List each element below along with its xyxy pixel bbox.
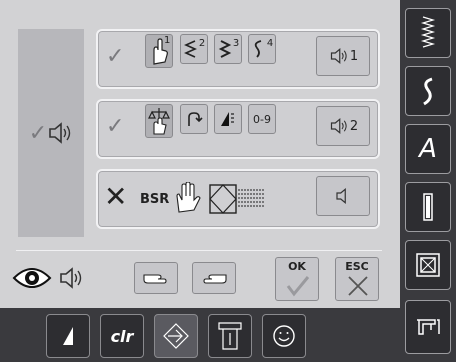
speaker-on-icon (60, 267, 82, 289)
stitch-number: 2 (198, 37, 206, 49)
needle-position-icon (63, 327, 73, 345)
numbers-label: 0-9 (253, 112, 271, 126)
hand-pointing-icon (203, 274, 227, 284)
mirror-icon (221, 112, 234, 126)
smiley-icon (273, 325, 295, 347)
function-option-numbers[interactable]: 0-9 (248, 104, 276, 134)
tie-off-button[interactable] (208, 314, 252, 358)
balance-icon (148, 108, 170, 135)
home-button[interactable] (154, 314, 198, 358)
function-option-balance[interactable] (145, 104, 173, 138)
decorative-stitches-button[interactable] (405, 66, 451, 116)
check-icon: ✓ (28, 120, 48, 146)
clear-button[interactable]: clr (100, 314, 144, 358)
pattern-begin-icon (188, 112, 203, 126)
esc-button[interactable]: ESC (335, 257, 379, 301)
function-option-pattern-end[interactable] (180, 104, 208, 134)
speaker-on-icon (330, 117, 347, 135)
alphabet-icon: A (419, 134, 437, 164)
bsr-hand-stitch-icon (176, 182, 264, 214)
hand-right-button[interactable] (192, 262, 236, 294)
stitch-option-3[interactable]: 3 (214, 34, 242, 64)
hand-left-button[interactable] (134, 262, 178, 294)
master-sound-toggle[interactable]: ✓ (18, 29, 84, 237)
buttonholes-button[interactable] (405, 182, 451, 232)
sound-1-button[interactable]: 1 (316, 36, 370, 76)
check-icon: ✓ (106, 44, 125, 69)
speaker-on-icon (49, 122, 71, 144)
speaker-on-icon (330, 47, 347, 65)
speaker-muted-icon (336, 187, 346, 205)
stitch-option-2[interactable]: 2 (180, 34, 208, 64)
arrow-diamond-icon (163, 323, 189, 349)
stitch-number: 1 (164, 35, 171, 46)
cross-icon: ✕ (104, 180, 128, 213)
stitch-option-4[interactable]: 4 (248, 34, 276, 64)
divider (16, 250, 382, 251)
ok-button[interactable]: OK (275, 257, 319, 301)
function-option-mirror[interactable] (214, 104, 242, 134)
utility-stitches-button[interactable] (405, 8, 451, 58)
sound-number: 2 (349, 118, 359, 134)
quilt-icon (416, 253, 440, 277)
decorative-stitch-icon (254, 40, 262, 58)
stitch-number: 4 (266, 37, 274, 49)
hand-pointing-icon (143, 274, 167, 284)
quilt-stitches-button[interactable] (405, 240, 451, 290)
alphabets-button[interactable]: A (405, 124, 451, 174)
presser-foot-icon (218, 322, 242, 350)
checkmark-icon (286, 276, 310, 297)
triple-zigzag-icon (218, 40, 232, 58)
bsr-label: BSR (140, 192, 170, 207)
esc-label: ESC (345, 260, 369, 273)
stitch-number: 3 (232, 37, 240, 49)
decorative-stitch-icon (423, 77, 433, 106)
sound-number: 1 (349, 48, 359, 64)
zigzag-stitch-icon (183, 40, 197, 58)
eye-icon (12, 268, 52, 288)
favorites-button[interactable] (262, 314, 306, 358)
cross-icon (348, 276, 368, 296)
sound-2-button[interactable]: 2 (316, 106, 370, 146)
buttonhole-icon (423, 193, 433, 221)
stitch-width-button[interactable] (46, 314, 90, 358)
sewing-machine-icon (417, 319, 440, 335)
clear-label: clr (110, 326, 134, 346)
setup-button[interactable] (405, 300, 451, 354)
ok-label: OK (288, 260, 306, 273)
zigzag-stitch-icon (420, 16, 436, 48)
stitch-option-1[interactable]: 1 (145, 34, 173, 68)
check-icon: ✓ (106, 114, 125, 139)
bsr-sound-button[interactable] (316, 176, 370, 216)
